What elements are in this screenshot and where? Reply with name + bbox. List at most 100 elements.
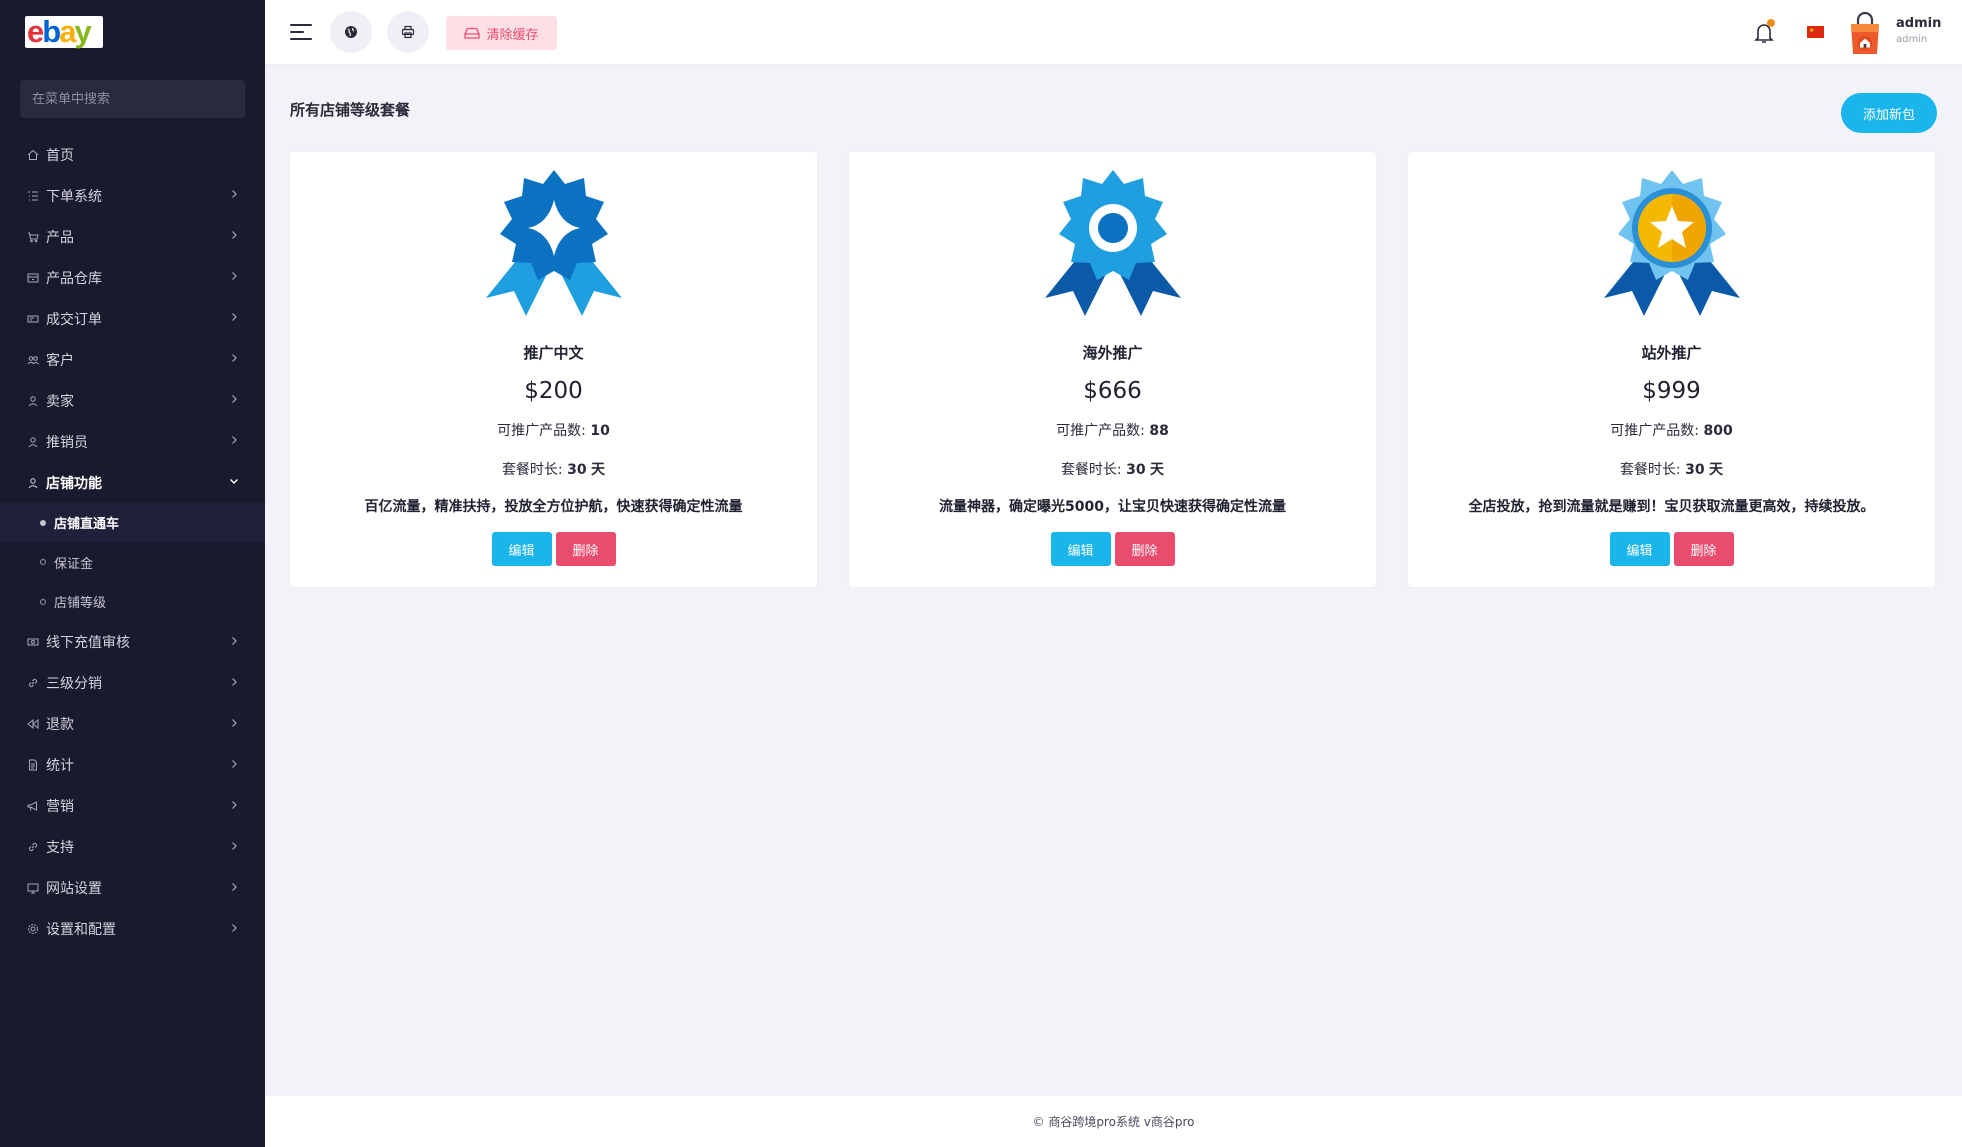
sidebar-subitem-deposit[interactable]: 保证金 xyxy=(0,543,265,583)
sidebar-item-support[interactable]: 支持 xyxy=(0,827,265,868)
globe-icon xyxy=(345,26,357,38)
card-actions: 编辑 删除 xyxy=(290,532,817,566)
sidebar-item-offline-recharge[interactable]: 线下充值审核 xyxy=(0,622,265,663)
sidebar-item-salesmen[interactable]: 推销员 xyxy=(0,421,265,462)
delete-button[interactable]: 删除 xyxy=(1114,532,1175,566)
duration-line: 套餐时长: 30 天 xyxy=(290,459,817,479)
package-name: 推广中文 xyxy=(523,344,584,362)
package-card: 站外推广 $999 可推广产品数: 800 套餐时长: 30 天 全店投放，抢到… xyxy=(1408,152,1935,587)
chevron-right-icon xyxy=(232,923,237,932)
sidebar-item-home[interactable]: 首页 xyxy=(0,134,265,175)
edit-button[interactable]: 编辑 xyxy=(491,532,552,566)
avatar[interactable] xyxy=(1847,10,1883,56)
duration-label: 套餐时长: xyxy=(501,462,563,478)
chevron-right-icon xyxy=(232,436,237,444)
menu-search-input[interactable] xyxy=(20,80,245,118)
sidebar-subitem-label: 店铺直通车 xyxy=(54,517,120,533)
globe-button[interactable] xyxy=(330,11,372,53)
star-badge-icon xyxy=(1604,170,1740,316)
sidebar-item-statistics[interactable]: 统计 xyxy=(0,745,265,786)
sidebar-subitem-store-level[interactable]: 店铺等级 xyxy=(0,582,265,622)
delete-button[interactable]: 删除 xyxy=(555,532,616,566)
sidebar-item-distribution[interactable]: 三级分销 xyxy=(0,663,265,704)
package-description: 百亿流量，精准扶持，投放全方位护航，快速获得确定性流量 xyxy=(364,499,743,515)
monitor-icon xyxy=(26,881,40,895)
sidebar-item-settings-config[interactable]: 设置和配置 xyxy=(0,909,265,950)
package-description: 全店投放，抢到流量就是赚到！宝贝获取流量更高效，持续投放。 xyxy=(1468,499,1875,515)
bullet-dot-icon xyxy=(40,519,46,526)
chevron-right-icon xyxy=(232,354,237,362)
duration-label: 套餐时长: xyxy=(1619,462,1681,478)
card-actions: 编辑 删除 xyxy=(849,532,1376,566)
sidebar-item-refunds[interactable]: 退款 xyxy=(0,704,265,745)
sidebar-item-label: 三级分销 xyxy=(46,676,102,692)
sidebar-item-label: 下单系统 xyxy=(46,188,102,205)
package-name: 站外推广 xyxy=(1641,344,1702,362)
sidebar-item-sellers[interactable]: 卖家 xyxy=(0,380,265,421)
duration-value: 30 xyxy=(1126,462,1146,478)
chevron-right-icon xyxy=(232,677,237,686)
ring-badge-icon xyxy=(1045,170,1181,316)
package-price: $666 xyxy=(1083,378,1142,404)
sidebar-item-label: 客户 xyxy=(46,352,74,369)
footer: © 商谷跨境pro系统 v商谷pro xyxy=(265,1096,1962,1147)
sidebar-item-order-system[interactable]: 下单系统 xyxy=(0,175,265,216)
sidebar-item-website-settings[interactable]: 网站设置 xyxy=(0,868,265,909)
product-count-line: 可推广产品数: 800 xyxy=(1408,420,1935,440)
link-icon xyxy=(26,676,40,690)
page-title: 所有店铺等级套餐 xyxy=(290,101,411,119)
sidebar-subitem-label: 保证金 xyxy=(54,556,94,572)
chevron-right-icon xyxy=(232,272,237,280)
sidebar-item-customers[interactable]: 客户 xyxy=(0,339,265,380)
menu-toggle-icon[interactable] xyxy=(289,22,313,42)
sidebar-item-label: 线下充值审核 xyxy=(46,635,130,651)
duration-value: 30 xyxy=(567,462,587,478)
link-icon xyxy=(26,840,40,854)
sidebar-item-product-warehouse[interactable]: 产品仓库 xyxy=(0,257,265,298)
duration-unit: 天 xyxy=(591,462,606,478)
china-flag-icon[interactable]: ★ xyxy=(1807,26,1824,38)
sidebar-item-label: 支持 xyxy=(46,840,74,856)
chevron-right-icon xyxy=(232,841,237,850)
warehouse-icon xyxy=(26,271,40,285)
duration-line: 套餐时长: 30 天 xyxy=(849,459,1376,479)
duration-unit: 天 xyxy=(1709,462,1724,478)
chevron-right-icon xyxy=(232,395,237,403)
sidebar-item-marketing[interactable]: 营销 xyxy=(0,786,265,827)
sidebar-item-label: 首页 xyxy=(46,147,74,164)
sidebar-item-completed-orders[interactable]: 成交订单 xyxy=(0,298,265,339)
card-actions: 编辑 删除 xyxy=(1408,532,1935,566)
footer-text: © 商谷跨境pro系统 v商谷pro xyxy=(1032,1115,1195,1129)
clear-cache-button[interactable]: 清除缓存 xyxy=(446,16,557,50)
notification-dot xyxy=(1767,19,1775,27)
duration-label: 套餐时长: xyxy=(1060,462,1122,478)
edit-button[interactable]: 编辑 xyxy=(1050,532,1111,566)
chevron-right-icon xyxy=(232,636,237,645)
user-name[interactable]: admin xyxy=(1896,16,1941,31)
sidebar-item-store-functions[interactable]: 店铺功能 xyxy=(0,462,265,503)
logo-letter-a: a xyxy=(59,14,76,49)
user-icon xyxy=(26,394,40,408)
home-icon xyxy=(26,148,40,162)
add-package-button[interactable]: 添加新包 xyxy=(1841,93,1937,133)
settings-icon xyxy=(26,922,40,936)
chevron-right-icon xyxy=(232,759,237,768)
logo-letter-e: e xyxy=(27,14,44,49)
sidebar-item-label: 网站设置 xyxy=(46,881,102,897)
ebay-logo[interactable]: ebay xyxy=(25,16,103,48)
user-icon xyxy=(26,435,40,449)
sidebar-item-products[interactable]: 产品 xyxy=(0,216,265,257)
print-button[interactable] xyxy=(387,11,429,53)
product-count-value: 10 xyxy=(590,423,610,439)
product-count-line: 可推广产品数: 10 xyxy=(290,420,817,440)
sidebar-subitem-store-express[interactable]: 店铺直通车 xyxy=(0,503,265,543)
package-price: $999 xyxy=(1642,378,1701,404)
user-icon xyxy=(26,476,40,490)
edit-button[interactable]: 编辑 xyxy=(1609,532,1670,566)
product-count-label: 可推广产品数: xyxy=(1056,423,1145,439)
delete-button[interactable]: 删除 xyxy=(1673,532,1734,566)
refund-icon xyxy=(26,717,40,731)
duration-line: 套餐时长: 30 天 xyxy=(1408,459,1935,479)
user-role: admin xyxy=(1896,34,1928,45)
package-card: 海外推广 $666 可推广产品数: 88 套餐时长: 30 天 流量神器，确定曝… xyxy=(849,152,1376,587)
